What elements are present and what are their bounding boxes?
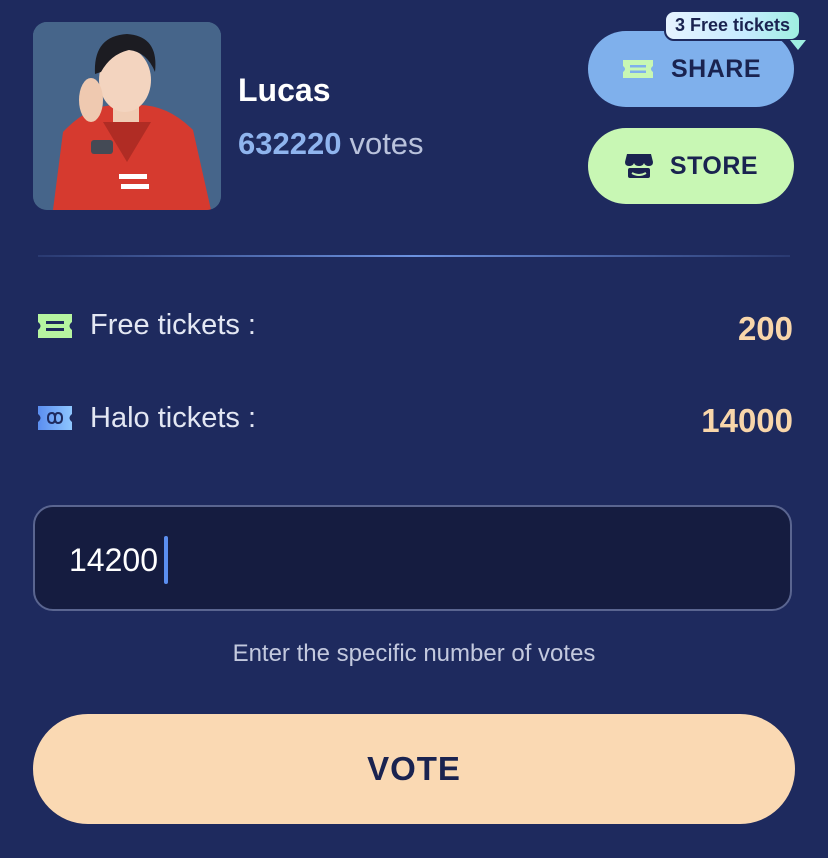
halo-tickets-value: 14000 xyxy=(701,402,793,439)
store-button[interactable]: STORE xyxy=(588,128,794,204)
votes-summary: 632220 votes xyxy=(238,126,424,162)
free-tickets-label: Free tickets : xyxy=(90,309,256,341)
free-tickets-badge: 3 Free tickets xyxy=(664,10,802,41)
badge-pointer xyxy=(790,40,806,50)
votes-label: votes xyxy=(349,126,424,161)
vote-count-field[interactable] xyxy=(33,505,792,611)
halo-tickets-label: Halo tickets : xyxy=(90,402,256,434)
vote-button[interactable]: VOTE xyxy=(33,714,795,824)
free-tickets-value: 200 xyxy=(737,310,793,347)
store-icon xyxy=(624,154,653,178)
profile-name: Lucas xyxy=(238,72,331,108)
avatar-portrait xyxy=(33,22,221,210)
ticket-icon xyxy=(36,312,74,345)
text-cursor xyxy=(164,536,168,584)
avatar xyxy=(33,22,221,210)
votes-count: 632220 xyxy=(238,126,342,161)
store-label: STORE xyxy=(669,151,759,180)
infinity-ticket-icon xyxy=(36,404,74,437)
ticket-icon xyxy=(622,60,653,78)
share-label: SHARE xyxy=(670,54,761,83)
vote-input-hint: Enter the specific number of votes xyxy=(232,640,596,667)
share-button[interactable]: SHARE xyxy=(588,31,794,107)
section-divider xyxy=(38,255,790,257)
vote-count-input[interactable] xyxy=(69,535,759,585)
